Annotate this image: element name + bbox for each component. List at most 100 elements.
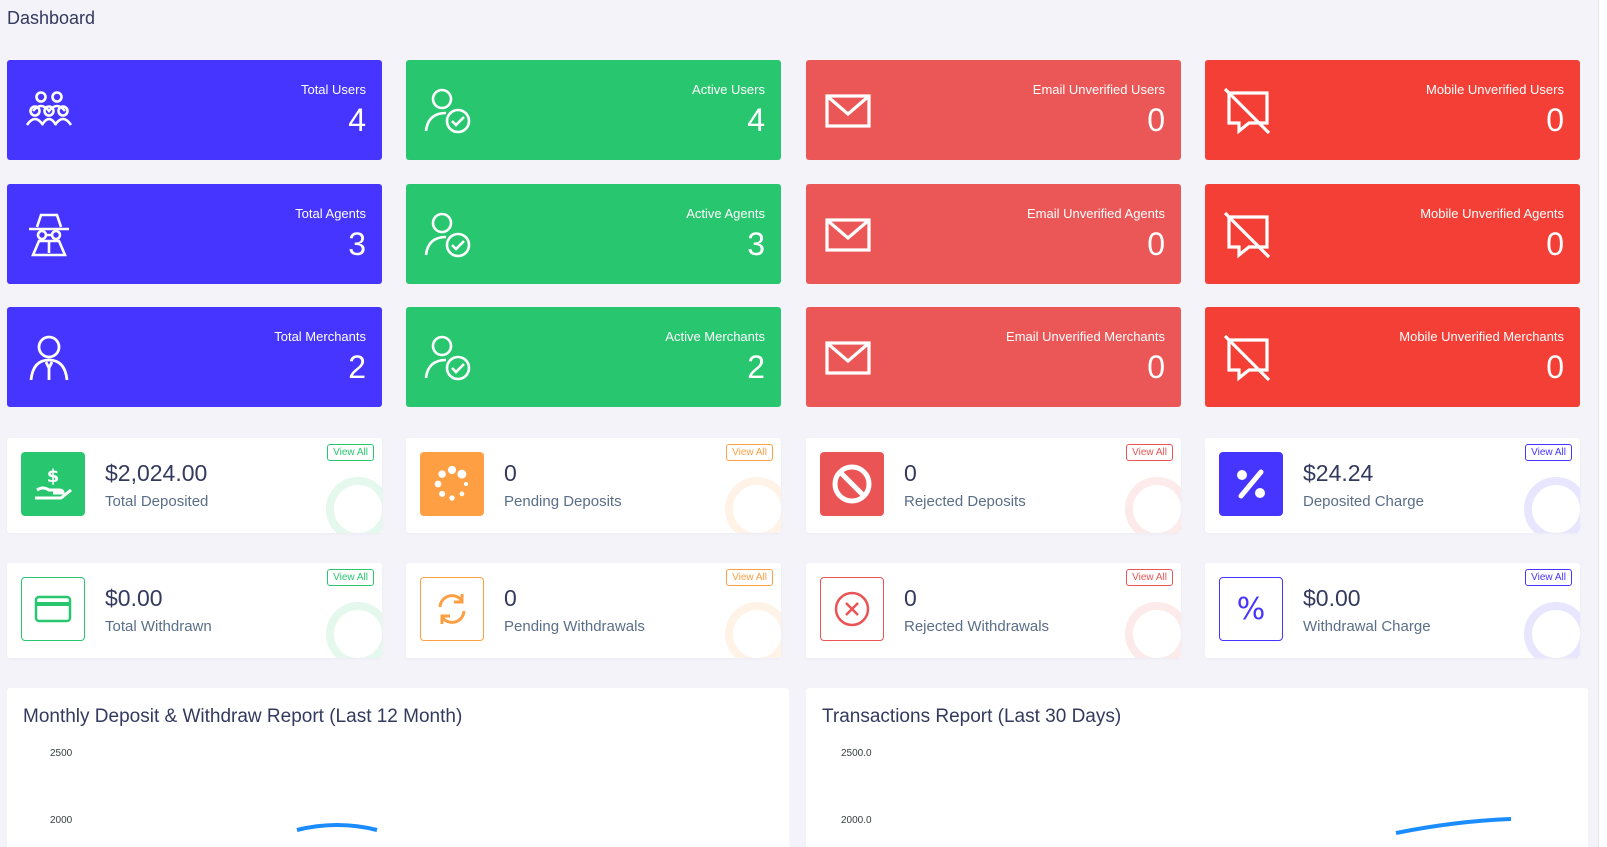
stat-value: $0.00 — [1303, 585, 1361, 611]
widget-label: Mobile Unverified Merchants — [1399, 329, 1564, 344]
widget-value: 2 — [348, 349, 366, 385]
stat-card-pending-deposits: 0 Pending Deposits View All — [406, 438, 781, 533]
stat-value: 0 — [904, 585, 917, 611]
widget-label: Total Users — [300, 82, 366, 97]
stat-label: Rejected Withdrawals — [904, 618, 1050, 635]
widget-label: Total Agents — [295, 206, 366, 221]
page-title: Dashboard — [7, 8, 96, 28]
widget-active-agents[interactable]: Active Agents 3 — [406, 184, 781, 284]
widget-value: 0 — [1147, 102, 1165, 138]
scrollbar[interactable] — [1598, 0, 1607, 847]
view-all-button[interactable]: View All — [1525, 444, 1572, 461]
spinner-icon — [420, 452, 484, 516]
widget-value: 3 — [348, 226, 366, 262]
decorative-icon — [1125, 477, 1181, 533]
widget-mobile-unverified-users[interactable]: Mobile Unverified Users 0 — [1205, 60, 1580, 160]
widget-mobile-unverified-merchants[interactable]: Mobile Unverified Merchants 0 — [1205, 307, 1580, 407]
times-circle-icon — [820, 577, 884, 641]
widget-value: 4 — [747, 102, 765, 138]
svg-text:%: % — [1237, 592, 1266, 627]
deposit-series-line — [296, 823, 378, 832]
stat-value: 0 — [904, 460, 917, 486]
widget-label: Active Agents — [686, 206, 765, 221]
stat-value: $2,024.00 — [105, 460, 208, 486]
stat-label: Deposited Charge — [1303, 493, 1424, 510]
widget-label: Email Unverified Users — [1032, 82, 1165, 97]
stat-label: Total Deposited — [105, 493, 209, 510]
decorative-icon — [1125, 602, 1181, 658]
percent-icon: % — [1219, 577, 1283, 641]
stat-value: $0.00 — [105, 585, 163, 611]
view-all-button[interactable]: View All — [327, 569, 374, 586]
widget-active-merchants[interactable]: Active Merchants 2 — [406, 307, 781, 407]
widget-label: Total Merchants — [274, 329, 366, 344]
stat-label: Withdrawal Charge — [1303, 618, 1431, 635]
stat-card-withdrawal-charge: % $0.00 Withdrawal Charge View All — [1205, 563, 1580, 658]
hand-dollar-icon: $ — [21, 452, 85, 516]
user-tie-icon — [25, 334, 73, 382]
widget-value: 0 — [1147, 226, 1165, 262]
comment-slash-icon — [1223, 211, 1271, 259]
widget-label: Active Users — [692, 82, 765, 97]
stat-card-total-withdrawn: $0.00 Total Withdrawn View All — [7, 563, 382, 658]
widget-value: 4 — [348, 102, 366, 138]
view-all-button[interactable]: View All — [1525, 569, 1572, 586]
widget-value: 0 — [1147, 349, 1165, 385]
widget-value: 0 — [1546, 226, 1564, 262]
svg-text:$: $ — [47, 466, 60, 487]
stat-label: Pending Deposits — [504, 493, 622, 510]
widget-value: 0 — [1546, 102, 1564, 138]
widget-mobile-unverified-agents[interactable]: Mobile Unverified Agents 0 — [1205, 184, 1580, 284]
stat-label: Total Withdrawn — [105, 618, 212, 635]
view-all-button[interactable]: View All — [1126, 569, 1173, 586]
stat-card-pending-withdrawals: 0 Pending Withdrawals View All — [406, 563, 781, 658]
widget-label: Mobile Unverified Users — [1426, 82, 1564, 97]
decorative-icon — [725, 602, 781, 658]
stat-card-deposited-charge: $24.24 Deposited Charge View All — [1205, 438, 1580, 533]
ban-icon — [820, 452, 884, 516]
user-check-icon — [424, 334, 472, 382]
decorative-icon — [1524, 477, 1580, 533]
comment-slash-icon — [1223, 87, 1271, 135]
view-all-button[interactable]: View All — [726, 569, 773, 586]
stat-label: Rejected Deposits — [904, 493, 1026, 510]
view-all-button[interactable]: View All — [327, 444, 374, 461]
widget-total-merchants[interactable]: Total Merchants 2 — [7, 307, 382, 407]
percent-icon — [1219, 452, 1283, 516]
widget-value: 3 — [747, 226, 765, 262]
sync-icon — [420, 577, 484, 641]
stat-card-total-deposited: $ $2,024.00 Total Deposited View All — [7, 438, 382, 533]
decorative-icon — [1524, 602, 1580, 658]
stat-label: Pending Withdrawals — [504, 618, 645, 635]
transactions-chart-area — [1395, 817, 1512, 835]
users-group-icon — [25, 87, 73, 135]
widget-label: Active Merchants — [665, 329, 765, 344]
widget-label: Email Unverified Merchants — [1006, 329, 1165, 344]
transactions-series-line — [1395, 817, 1512, 835]
credit-card-icon — [21, 577, 85, 641]
stat-card-rejected-withdrawals: 0 Rejected Withdrawals View All — [806, 563, 1181, 658]
stat-value: 0 — [504, 585, 517, 611]
widget-email-unverified-users[interactable]: Email Unverified Users 0 — [806, 60, 1181, 160]
decorative-icon — [326, 477, 382, 533]
envelope-icon — [824, 211, 872, 259]
widget-email-unverified-merchants[interactable]: Email Unverified Merchants 0 — [806, 307, 1181, 407]
user-secret-icon — [25, 211, 73, 259]
user-check-icon — [424, 87, 472, 135]
widget-active-users[interactable]: Active Users 4 — [406, 60, 781, 160]
decorative-icon — [725, 477, 781, 533]
stat-value: 0 — [504, 460, 517, 486]
widget-value: 0 — [1546, 349, 1564, 385]
widget-label: Email Unverified Agents — [1026, 206, 1165, 221]
stat-value: $24.24 — [1303, 460, 1374, 486]
widget-total-users[interactable]: Total Users 4 — [7, 60, 382, 160]
comment-slash-icon — [1223, 334, 1271, 382]
view-all-button[interactable]: View All — [726, 444, 773, 461]
widget-email-unverified-agents[interactable]: Email Unverified Agents 0 — [806, 184, 1181, 284]
transactions-report-card: Transactions Report (Last 30 Days) 2500.… — [806, 688, 1588, 847]
view-all-button[interactable]: View All — [1126, 444, 1173, 461]
envelope-icon — [824, 87, 872, 135]
decorative-icon — [326, 602, 382, 658]
widget-total-agents[interactable]: Total Agents 3 — [7, 184, 382, 284]
stat-card-rejected-deposits: 0 Rejected Deposits View All — [806, 438, 1181, 533]
